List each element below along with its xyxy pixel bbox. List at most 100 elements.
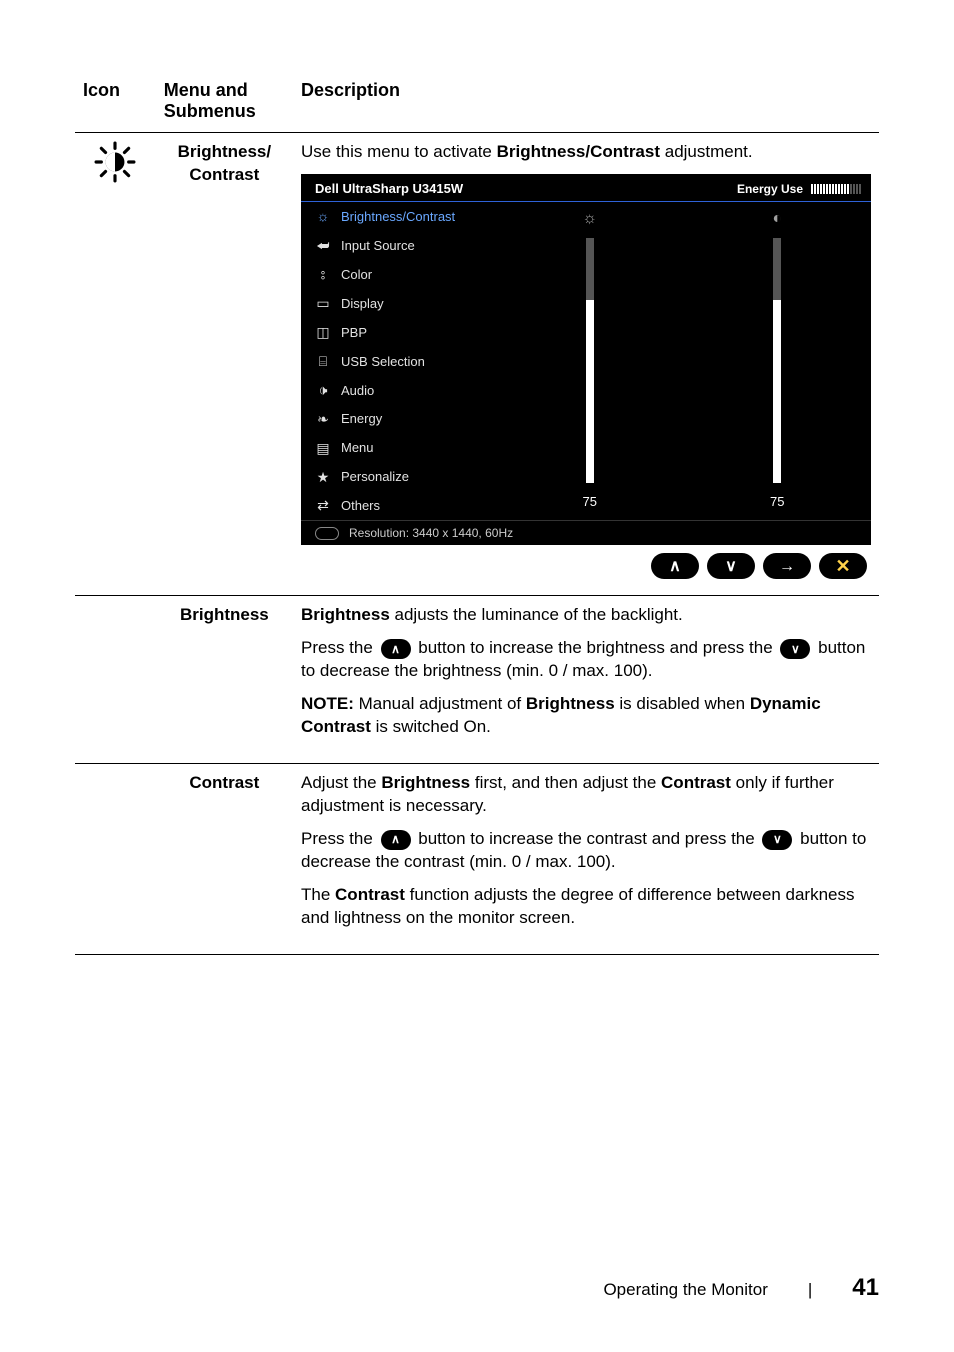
text: is switched On. bbox=[371, 717, 491, 736]
osd-nav-color[interactable]: ⦂ Color bbox=[301, 260, 496, 289]
text-bold: Brightness bbox=[381, 773, 470, 792]
osd-nav-others[interactable]: ⇄Others bbox=[301, 491, 496, 520]
osd-panel: Dell UltraSharp U3415W Energy Use ☼ Brigh… bbox=[301, 174, 871, 546]
sun-icon: ☼ bbox=[315, 207, 331, 226]
row-brightness: Brightness Brightness adjusts the lumina… bbox=[75, 596, 879, 763]
text: button to increase the brightness and pr… bbox=[414, 638, 778, 657]
page: Icon Menu and Submenus Description bbox=[0, 0, 954, 1352]
row-contrast: Contrast Adjust the Brightness first, an… bbox=[75, 764, 879, 954]
brightness-slider[interactable] bbox=[586, 238, 594, 482]
osd-energy-label: Energy Use bbox=[737, 181, 803, 197]
others-icon: ⇄ bbox=[315, 496, 331, 515]
bc-intro-text: Use this menu to activate Brightness/Con… bbox=[301, 141, 871, 164]
osd-nav-brightness-contrast[interactable]: ☼ Brightness/Contrast bbox=[301, 202, 496, 231]
nav-label: PBP bbox=[341, 324, 367, 342]
osd-nav-display[interactable]: ▭Display bbox=[301, 289, 496, 318]
osd-close-button[interactable]: ✕ bbox=[819, 553, 867, 579]
footer-separator: | bbox=[808, 1280, 812, 1300]
osd-nav: ☼ Brightness/Contrast ⮨Input Source ⦂ Colo… bbox=[301, 202, 496, 520]
text-bold: Contrast bbox=[661, 773, 731, 792]
contrast-slider[interactable] bbox=[773, 238, 781, 482]
color-icon: ⦂ bbox=[315, 265, 331, 284]
nav-label: Personalize bbox=[341, 468, 409, 486]
desc-brightness-contrast: Use this menu to activate Brightness/Con… bbox=[293, 133, 879, 596]
brightness-p3: NOTE: Manual adjustment of Brightness is… bbox=[301, 693, 871, 739]
text: first, and then adjust the bbox=[470, 773, 661, 792]
brightness-contrast-icon bbox=[94, 141, 136, 183]
brightness-p2: Press the ∧ button to increase the brigh… bbox=[301, 637, 871, 683]
down-button-icon: ∨ bbox=[762, 830, 792, 850]
osd-nav-input-source[interactable]: ⮨Input Source bbox=[301, 231, 496, 260]
osd-energy-indicator: Energy Use bbox=[737, 181, 861, 197]
nav-label: Energy bbox=[341, 410, 382, 428]
footer-section-title: Operating the Monitor bbox=[603, 1280, 767, 1300]
osd-product-name: Dell UltraSharp U3415W bbox=[315, 180, 463, 198]
contrast-value: 75 bbox=[770, 493, 784, 511]
text: adjustment. bbox=[660, 142, 753, 161]
contrast-p2: Press the ∧ button to increase the contr… bbox=[301, 828, 871, 874]
menu-label-brightness-contrast: Brightness/ Contrast bbox=[156, 133, 293, 596]
usb-icon: ⌸ bbox=[315, 352, 331, 371]
text: is disabled when bbox=[615, 694, 750, 713]
row-brightness-contrast: Brightness/ Contrast Use this menu to ac… bbox=[75, 133, 879, 596]
osd-resolution-text: Resolution: 3440 x 1440, 60Hz bbox=[349, 525, 513, 541]
input-source-icon: ⮨ bbox=[315, 236, 331, 255]
osd-body: ☼ Brightness/Contrast ⮨Input Source ⦂ Colo… bbox=[301, 201, 871, 520]
up-button-icon: ∧ bbox=[381, 830, 411, 850]
text-bold: NOTE: bbox=[301, 694, 354, 713]
text: Press the bbox=[301, 638, 378, 657]
osd-nav-menu[interactable]: ▤Menu bbox=[301, 434, 496, 463]
audio-icon: 🕩 bbox=[315, 381, 331, 400]
footer-page-number: 41 bbox=[852, 1274, 879, 1302]
nav-label: Brightness/Contrast bbox=[341, 208, 455, 226]
nav-label: USB Selection bbox=[341, 353, 425, 371]
menu-label-contrast: Contrast bbox=[156, 764, 293, 954]
text-bold: Brightness bbox=[526, 694, 615, 713]
osd-up-button[interactable]: ∧ bbox=[651, 553, 699, 579]
osd-nav-audio[interactable]: 🕩 Audio bbox=[301, 376, 496, 405]
osd-external-buttons: ∧ ∨ → ✕ bbox=[301, 545, 871, 581]
brightness-p1: Brightness adjusts the luminance of the … bbox=[301, 604, 871, 627]
table-header-row: Icon Menu and Submenus Description bbox=[75, 80, 879, 133]
contrast-p1: Adjust the Brightness first, and then ad… bbox=[301, 772, 871, 818]
text: Use this menu to activate bbox=[301, 142, 497, 161]
text-bold: Brightness/Contrast bbox=[497, 142, 660, 161]
osd-title-bar: Dell UltraSharp U3415W Energy Use bbox=[301, 174, 871, 202]
text: adjusts the luminance of the backlight. bbox=[390, 605, 683, 624]
page-footer: Operating the Monitor | 41 bbox=[75, 1274, 879, 1302]
text: Manual adjustment of bbox=[354, 694, 526, 713]
down-button-icon: ∨ bbox=[780, 639, 810, 659]
osd-nav-usb-selection[interactable]: ⌸ USB Selection bbox=[301, 347, 496, 376]
energy-icon: ❧ bbox=[315, 410, 331, 429]
energy-bars-icon bbox=[811, 184, 861, 194]
osd-nav-energy[interactable]: ❧ Energy bbox=[301, 405, 496, 434]
resolution-pill-icon bbox=[315, 527, 339, 540]
nav-label: Audio bbox=[341, 382, 374, 400]
row-divider bbox=[75, 954, 879, 955]
osd-nav-pbp[interactable]: ◫PBP bbox=[301, 318, 496, 347]
header-menu: Menu and Submenus bbox=[156, 80, 293, 133]
text-bold: Brightness bbox=[301, 605, 390, 624]
text-bold: Contrast bbox=[335, 885, 405, 904]
osd-status-bar: Resolution: 3440 x 1440, 60Hz bbox=[301, 520, 871, 545]
brightness-value: 75 bbox=[583, 493, 597, 511]
up-button-icon: ∧ bbox=[381, 639, 411, 659]
star-icon: ★ bbox=[315, 468, 331, 487]
menu-label-brightness: Brightness bbox=[156, 596, 293, 763]
icon-cell-brightness-contrast bbox=[75, 133, 156, 596]
desc-contrast: Adjust the Brightness first, and then ad… bbox=[293, 764, 879, 954]
osd-brightness-column: ☼ 75 bbox=[496, 202, 684, 520]
text: Press the bbox=[301, 829, 378, 848]
nav-label: Color bbox=[341, 266, 372, 284]
osd-nav-personalize[interactable]: ★ Personalize bbox=[301, 463, 496, 492]
osd-next-button[interactable]: → bbox=[763, 553, 811, 579]
content-table: Icon Menu and Submenus Description bbox=[75, 80, 879, 955]
header-icon: Icon bbox=[75, 80, 156, 133]
brightness-icon: ☼ bbox=[582, 208, 597, 228]
display-icon: ▭ bbox=[315, 294, 331, 313]
osd-down-button[interactable]: ∨ bbox=[707, 553, 755, 579]
text: button to increase the contrast and pres… bbox=[414, 829, 760, 848]
contrast-icon: ◐ bbox=[772, 208, 782, 228]
osd-sliders: ☼ 75 ◐ 75 bbox=[496, 202, 871, 520]
contrast-p3: The Contrast function adjusts the degree… bbox=[301, 884, 871, 930]
